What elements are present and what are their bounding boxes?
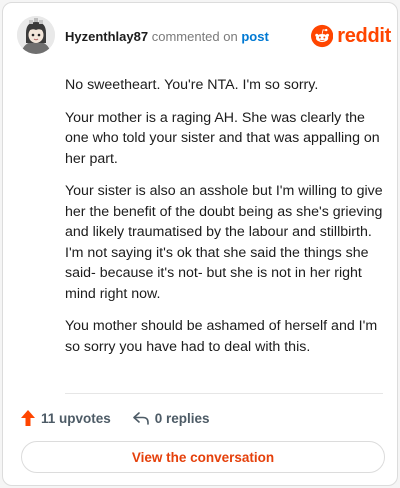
comment-paragraph: No sweetheart. You're NTA. I'm so sorry. <box>65 77 319 93</box>
reply-count: 0 replies <box>154 410 210 426</box>
upvote-arrow-icon <box>21 410 35 426</box>
reply-arrow-icon <box>132 412 149 425</box>
upvote-button[interactable]: 11 upvotes <box>21 410 111 426</box>
comment-paragraph: Your sister is also an asshole but I'm w… <box>65 183 383 302</box>
user-avatar[interactable] <box>17 16 55 54</box>
comment-paragraph: You mother should be ashamed of herself … <box>65 318 378 355</box>
comment-header: Hyzenthlay87 commented on post <box>65 29 269 44</box>
brand-wordmark: reddit <box>337 24 391 47</box>
avatar-image <box>17 16 55 54</box>
reddit-snoo-icon <box>311 24 334 48</box>
reddit-logo[interactable]: reddit <box>311 23 391 49</box>
post-link[interactable]: post <box>241 29 268 44</box>
reply-button[interactable]: 0 replies <box>132 410 210 426</box>
username-link[interactable]: Hyzenthlay87 <box>65 29 148 44</box>
comment-paragraph: Your mother is a raging AH. She was clea… <box>65 109 380 167</box>
view-conversation-button[interactable]: View the conversation <box>21 441 385 473</box>
action-text: commented on <box>151 29 238 44</box>
comment-card: Hyzenthlay87 commented on post reddit No… <box>2 2 398 486</box>
divider <box>65 393 383 394</box>
comment-actions: 11 upvotes 0 replies <box>21 407 210 429</box>
comment-body: No sweetheart. You're NTA. I'm so sorry.… <box>65 75 385 369</box>
upvote-count: 11 upvotes <box>41 410 111 426</box>
